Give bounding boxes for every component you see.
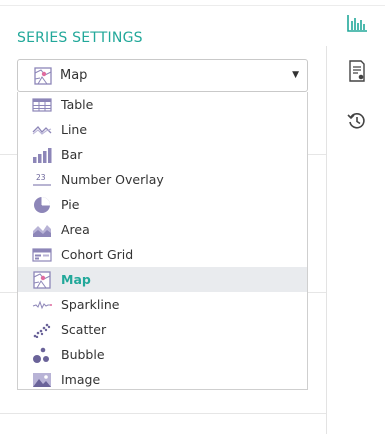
selected-value: Map bbox=[60, 68, 88, 83]
section-title: SERIES SETTINGS bbox=[17, 30, 143, 46]
sidebar-divider bbox=[326, 46, 327, 434]
menu-item-map[interactable]: Map bbox=[18, 267, 307, 292]
visualization-type-select[interactable]: Map ▼ bbox=[17, 59, 308, 92]
scatter-icon bbox=[32, 321, 52, 339]
menu-item-number-overlay[interactable]: 23 Number Overlay bbox=[18, 167, 307, 192]
number-overlay-icon: 23 bbox=[32, 171, 52, 189]
menu-item-label: Bar bbox=[61, 147, 83, 162]
menu-item-bubble[interactable]: Bubble bbox=[18, 342, 307, 367]
menu-item-line[interactable]: Line bbox=[18, 117, 307, 142]
divider bbox=[0, 413, 326, 414]
map-icon bbox=[32, 270, 52, 289]
menu-item-cohort-grid[interactable]: Cohort Grid bbox=[18, 242, 307, 267]
line-icon bbox=[32, 121, 52, 139]
number-overlay-glyph: 23 bbox=[36, 173, 46, 182]
history-icon[interactable] bbox=[346, 110, 368, 132]
menu-item-pie[interactable]: Pie bbox=[18, 192, 307, 217]
menu-item-label: Pie bbox=[61, 197, 80, 212]
menu-item-image[interactable]: Image bbox=[18, 367, 307, 389]
menu-item-bar[interactable]: Bar bbox=[18, 142, 307, 167]
sparkline-icon bbox=[32, 296, 52, 314]
menu-item-label: Area bbox=[61, 222, 90, 237]
pie-icon bbox=[32, 196, 52, 214]
menu-item-label: Sparkline bbox=[61, 297, 120, 312]
chevron-down-icon[interactable]: ▼ bbox=[292, 70, 299, 80]
document-settings-icon[interactable] bbox=[346, 60, 368, 82]
image-icon bbox=[32, 371, 52, 389]
menu-item-label: Cohort Grid bbox=[61, 247, 134, 262]
menu-item-area[interactable]: Area bbox=[18, 217, 307, 242]
menu-item-label: Line bbox=[61, 122, 88, 137]
map-icon bbox=[34, 66, 52, 85]
top-border bbox=[0, 0, 385, 6]
menu-item-label: Image bbox=[61, 372, 101, 387]
bubble-icon bbox=[32, 346, 52, 364]
menu-item-label: Table bbox=[61, 97, 94, 112]
cohort-grid-icon bbox=[32, 246, 52, 264]
menu-item-sparkline[interactable]: Sparkline bbox=[18, 292, 307, 317]
menu-item-table[interactable]: Table bbox=[18, 92, 307, 117]
menu-item-label: Scatter bbox=[61, 322, 107, 337]
bar-icon bbox=[32, 146, 52, 164]
menu-item-label: Bubble bbox=[61, 347, 105, 362]
area-icon bbox=[32, 221, 52, 239]
menu-item-scatter[interactable]: Scatter bbox=[18, 317, 307, 342]
series-settings-panel: SERIES SETTINGS Map ▼ Table Line Bar 23 … bbox=[0, 0, 385, 434]
chart-settings-icon[interactable] bbox=[346, 12, 368, 34]
table-icon bbox=[32, 96, 52, 114]
visualization-type-menu: Table Line Bar 23 Number Overlay Pie Are… bbox=[17, 92, 308, 390]
menu-item-label: Map bbox=[61, 272, 91, 287]
menu-item-label: Number Overlay bbox=[61, 172, 164, 187]
